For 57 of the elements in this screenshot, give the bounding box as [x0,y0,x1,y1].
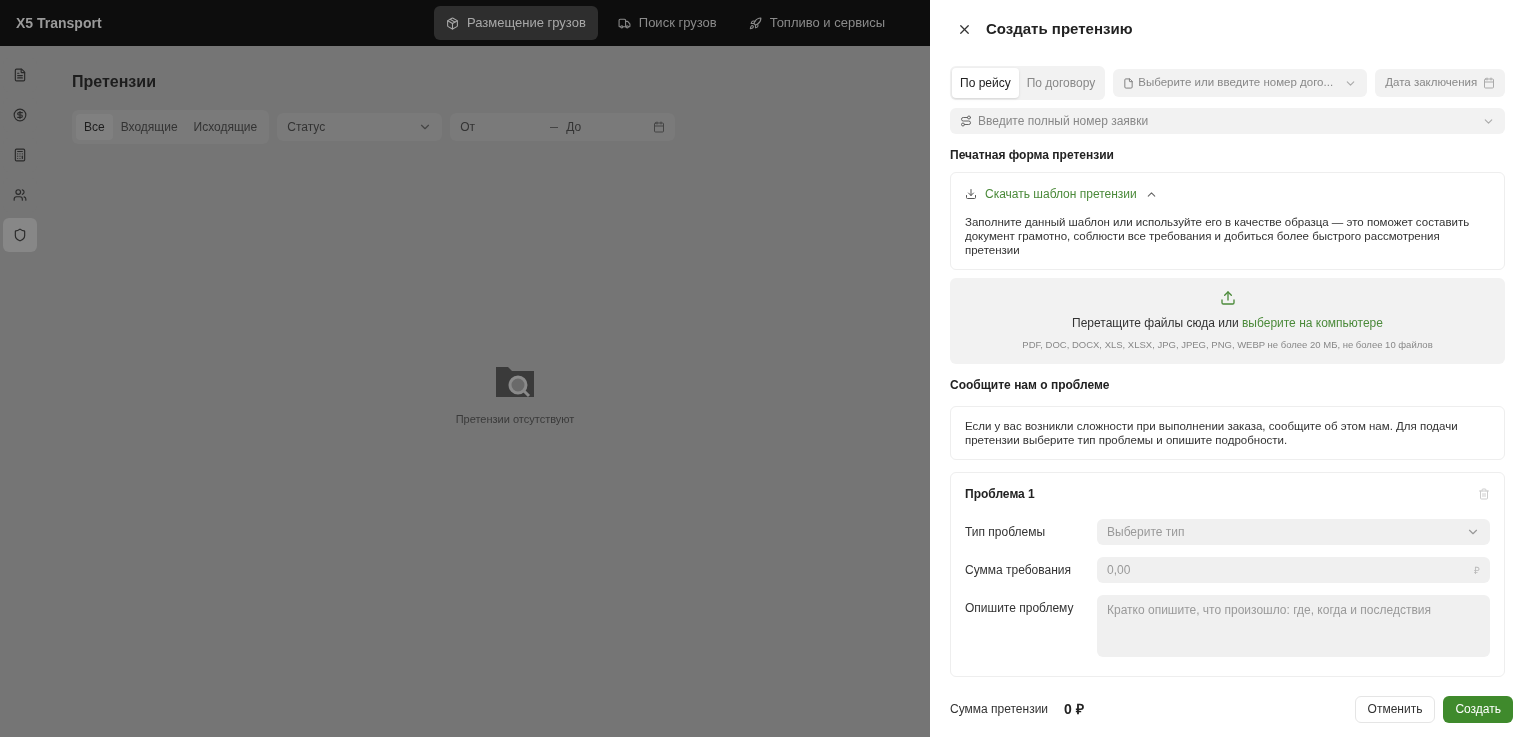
section-heading: Печатная форма претензии [950,147,1115,164]
route-icon [960,115,972,127]
mode-tab[interactable]: По договору [1018,68,1104,98]
contract-select[interactable]: Выберите или введите номер дого... [1113,69,1368,97]
sidebar-item[interactable] [3,218,37,252]
download-icon [965,188,977,200]
description-field[interactable]: Кратко опишите, что произошло: где, когда и последствия [1097,595,1490,658]
cancel-button[interactable]: Отменить [1354,695,1436,723]
filter-tab[interactable]: Исходящие [185,114,266,140]
delete-button[interactable] [1478,488,1490,501]
upload-hint: PDF, DOC, DOCX, XLS, XLSX, JPG, JPEG, PNG, WEBP не более 20 МБ, не более 10 файлов [1022,338,1433,352]
total-label: Сумма претензии [950,701,1049,718]
currency-sign: ₽ [1474,563,1480,578]
rocket-icon [748,16,762,30]
upload-text: Перетащите файлы сюда или выберите на компьютере [1072,315,1383,332]
order-number-select[interactable]: Введите полный номер заявки [950,108,1505,134]
field-label: Опишите проблему [965,600,1075,618]
filter-tab[interactable]: Все [76,114,113,140]
logo[interactable]: X5 Transport [16,12,434,34]
shield-icon [13,228,27,242]
choose-file-link[interactable]: выберите на компьютере [1241,316,1383,330]
date-from-placeholder: От [460,119,477,136]
total-value: 0 ₽ [1064,699,1085,719]
mode-tab[interactable]: По рейсу [952,68,1019,98]
coin-icon [13,108,27,122]
users-icon [13,188,27,202]
truck-icon [617,16,631,30]
amount-field[interactable]: 0,00 ₽ [1097,557,1490,584]
upload-dropzone[interactable]: Перетащите файлы сюда или выберите на компьютере PDF, DOC, DOCX, XLS, XLSX, JPG, JPEG, PNG, WEBP не более 20 МБ, не более 10 файлов [950,278,1505,365]
field-label: Тип проблемы [965,524,1047,542]
contract-date-field[interactable]: Дата заключения [1375,69,1505,97]
info-card: Если у вас возникли сложности при выполнении заказа, сообщите об этом нам. Для подачи претензии выберите тип проблемы и опишите подробности. [950,406,1505,461]
box-icon [446,16,459,30]
upload-icon [1219,290,1236,306]
nav-tab[interactable]: Размещение грузов [434,6,598,40]
nav-tab[interactable]: Поиск грузов [605,6,729,40]
field-label: Сумма требования [965,562,1073,580]
document-icon [1123,77,1135,89]
filter-tab[interactable]: Входящие [112,114,186,140]
nav-tab[interactable]: Топливо и сервисы [736,6,898,40]
page-title: Претензии [72,72,157,92]
status-select[interactable]: Статус [277,113,443,141]
drawer-title: Создать претензию [986,18,1133,39]
calculator-icon [13,148,27,162]
create-button[interactable]: Создать [1443,695,1513,723]
template-description: Заполните данный шаблон или используйте его в качестве образца — это поможет составить документ грамотно, соблюсти все требования и добиться более быстрого рассмотрения претензии [965,215,1471,257]
trash-icon [1478,488,1490,501]
date-range-field[interactable]: От До [450,113,676,141]
download-template-link[interactable]: Скачать шаблон претензии [965,185,1158,203]
calendar-icon [1483,77,1495,89]
empty-state-text: Претензии отсутствуют [455,412,575,428]
problem-title: Проблема 1 [965,486,1035,504]
section-heading: Сообщите нам о проблеме [950,377,1111,395]
document-icon [13,68,27,82]
problem-type-select[interactable]: Выберите тип [1097,519,1490,546]
calendar-icon [653,121,666,133]
date-to-placeholder: До [566,119,583,136]
